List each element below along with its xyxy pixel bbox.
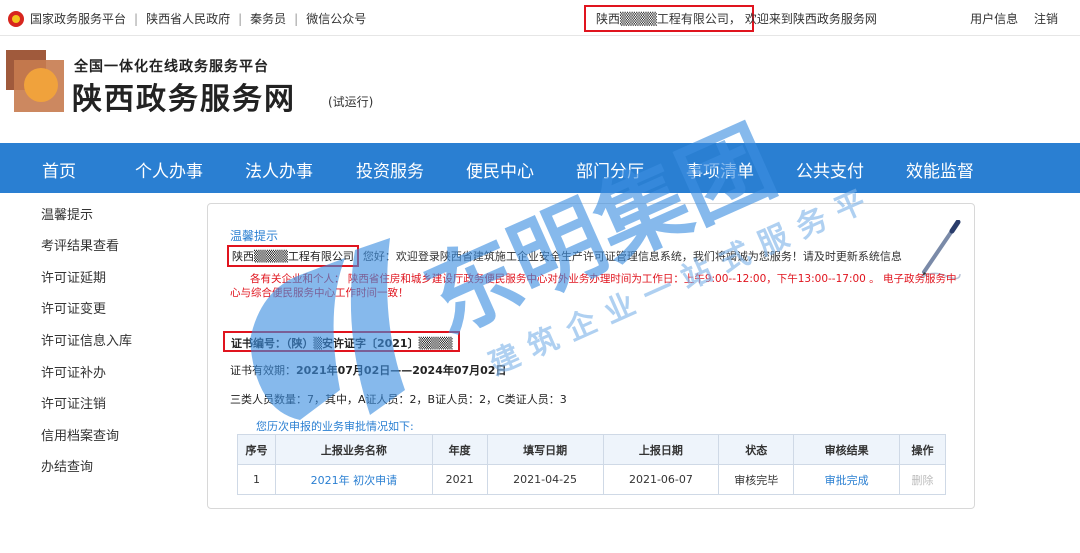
table-row: 1 2021年 初次申请 2021 2021-04-25 2021-06-07 …	[237, 464, 946, 495]
history-title: 您历次申报的业务审批情况如下:	[256, 420, 414, 433]
business-name-link[interactable]: 2021年 初次申请	[274, 464, 433, 495]
cell-year: 2021	[431, 464, 488, 495]
sidebar-item-credit[interactable]: 信用档案查询	[41, 425, 119, 444]
nav-personal[interactable]: 个人办事	[135, 157, 203, 182]
site-subtitle: 全国一体化在线政务服务平台	[74, 59, 269, 75]
sidebar-item-cancel[interactable]: 许可证注销	[41, 393, 106, 412]
col-header: 上报日期	[602, 434, 720, 465]
logout-link[interactable]: 注销	[1034, 12, 1058, 26]
nav-payment[interactable]: 公共支付	[796, 157, 864, 182]
pen-icon	[919, 220, 961, 280]
col-header: 操作	[899, 434, 946, 465]
separator: |	[238, 11, 243, 26]
sidebar-item-reissue[interactable]: 许可证补办	[41, 362, 106, 381]
greeting-title: 温馨提示	[230, 229, 279, 243]
notice-text: 各有关企业和个人： 陕西省住房和城乡建设厅政务便民服务中心对外业务办理时间为工作…	[230, 273, 957, 299]
col-header: 上报业务名称	[274, 434, 433, 465]
delete-button[interactable]: 删除	[899, 464, 946, 495]
col-header: 审核结果	[793, 434, 901, 465]
nav-departments[interactable]: 部门分厅	[576, 157, 644, 182]
site-header: 全国一体化在线政务服务平台 陕西政务服务网 (试运行)	[0, 36, 1080, 143]
company-name-highlight: 陕西▒▒▒▒工程有限公司	[227, 245, 359, 267]
nav-convenience[interactable]: 便民中心	[466, 157, 534, 182]
link-wechat[interactable]: 微信公众号	[306, 10, 366, 27]
sidebar-item-completed[interactable]: 办结查询	[41, 456, 93, 475]
company-name: 陕西▒▒▒▒工程有限公司，	[596, 12, 741, 26]
nav-supervision[interactable]: 效能监督	[906, 157, 974, 182]
site-title: 陕西政务服务网	[72, 82, 296, 117]
site-logo-icon[interactable]	[6, 50, 68, 112]
validity-label: 证书有效期：	[230, 364, 296, 377]
link-national-platform[interactable]: 国家政务服务平台	[30, 10, 126, 27]
welcome-message: 您好：欢迎登录陕西省建筑施工企业安全生产许可证管理信息系统，我们将竭诚为您服务！…	[362, 250, 902, 263]
sidebar-item-tips[interactable]: 温馨提示	[41, 204, 93, 223]
user-links: 用户信息 注销	[958, 10, 1058, 27]
cell-submit-date: 2021-06-07	[602, 464, 720, 495]
cell-status: 审核完毕	[718, 464, 795, 495]
staff-count: 三类人员数量：7，其中，A证人员：2，B证人员：2，C类证人员：3	[230, 393, 567, 406]
national-emblem-icon	[8, 10, 24, 27]
separator: |	[134, 11, 139, 26]
col-header: 填写日期	[486, 434, 604, 465]
table-header-row: 序号 上报业务名称 年度 填写日期 上报日期 状态 审核结果 操作	[237, 434, 946, 465]
welcome-line: 陕西▒▒▒▒工程有限公司 您好：欢迎登录陕西省建筑施工企业安全生产许可证管理信息系…	[227, 245, 902, 267]
cell-index: 1	[237, 464, 276, 495]
certificate-validity: 证书有效期：2021年07月02日——2024年07月02日	[230, 362, 506, 378]
welcome-text: 欢迎来到陕西政务服务网	[744, 12, 877, 26]
link-province-government[interactable]: 陕西省人民政府	[146, 10, 230, 27]
nav-investment[interactable]: 投资服务	[356, 157, 424, 182]
user-info-link[interactable]: 用户信息	[970, 12, 1018, 26]
certificate-number: 证书编号：（陕）▒安许证字〔2021〕▒▒▒▒	[223, 331, 460, 352]
history-table: 序号 上报业务名称 年度 填写日期 上报日期 状态 审核结果 操作 1 2021…	[237, 434, 946, 495]
sidebar-item-import[interactable]: 许可证信息入库	[41, 330, 132, 349]
col-header: 状态	[718, 434, 795, 465]
col-header: 序号	[237, 434, 276, 465]
nav-legal-person[interactable]: 法人办事	[245, 157, 313, 182]
sidebar-item-change[interactable]: 许可证变更	[41, 298, 106, 317]
nav-item-list[interactable]: 事项清单	[686, 157, 754, 182]
sidebar: 温馨提示 考评结果查看 许可证延期 许可证变更 许可证信息入库 许可证补办 许可…	[0, 193, 200, 553]
col-header: 年度	[431, 434, 488, 465]
main-nav: 首页 个人办事 法人办事 投资服务 便民中心 部门分厅 事项清单 公共支付 效能…	[0, 143, 1080, 193]
link-qinwuyuan[interactable]: 秦务员	[250, 10, 286, 27]
nav-home[interactable]: 首页	[42, 157, 76, 182]
separator: |	[294, 11, 299, 26]
review-result-link[interactable]: 审批完成	[793, 464, 901, 495]
top-links: 国家政务服务平台 | 陕西省人民政府 | 秦务员 | 微信公众号	[8, 10, 366, 27]
sidebar-item-extend[interactable]: 许可证延期	[41, 267, 106, 286]
office-hours-notice: 各有关企业和个人： 陕西省住房和城乡建设厅政务便民服务中心对外业务办理时间为工作…	[230, 272, 960, 300]
validity-value: 2021年07月02日——2024年07月02日	[296, 364, 507, 377]
trial-label: (试运行)	[328, 95, 374, 109]
top-bar: 国家政务服务平台 | 陕西省人民政府 | 秦务员 | 微信公众号 陕西▒▒▒▒工…	[0, 0, 1080, 36]
sidebar-item-evaluation[interactable]: 考评结果查看	[41, 235, 119, 254]
welcome-area: 陕西▒▒▒▒工程有限公司， 欢迎来到陕西政务服务网	[596, 10, 877, 27]
cell-fill-date: 2021-04-25	[486, 464, 604, 495]
